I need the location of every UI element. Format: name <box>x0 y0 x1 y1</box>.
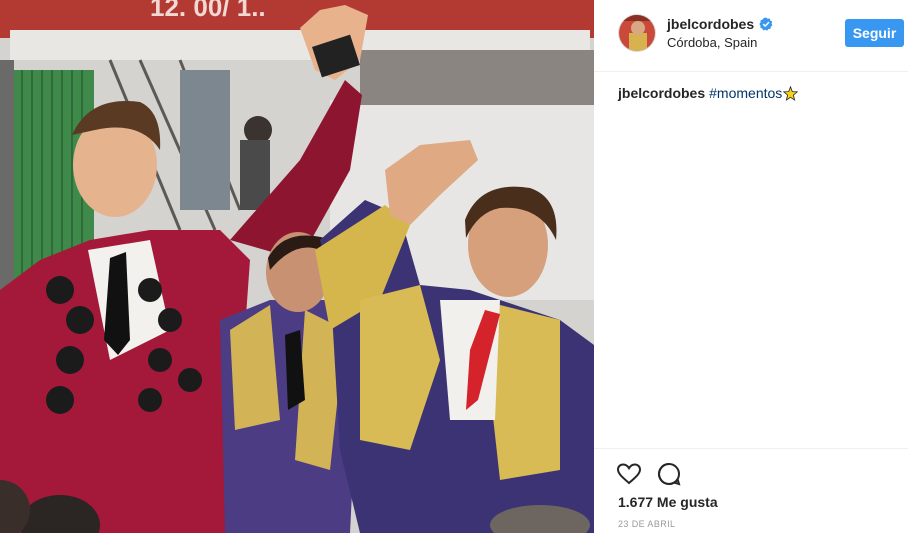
user-block: jbelcordobes Córdoba, Spain <box>667 16 773 50</box>
username-link[interactable]: jbelcordobes <box>667 16 754 32</box>
sparkle-emoji-icon <box>783 85 799 101</box>
post-photo[interactable]: 12. 00/ 1.. <box>0 0 594 533</box>
likes-count[interactable]: 1.677 Me gusta <box>618 494 718 510</box>
username-row: jbelcordobes <box>667 16 773 32</box>
location-link[interactable]: Córdoba, Spain <box>667 35 773 50</box>
banner-text: 12. 00/ 1.. <box>150 0 266 22</box>
follow-button[interactable]: Seguir <box>845 19 904 47</box>
avatar[interactable] <box>618 14 656 52</box>
post-header: jbelcordobes Córdoba, Spain Seguir <box>594 0 908 72</box>
caption-username[interactable]: jbelcordobes <box>618 85 705 101</box>
comment-icon[interactable] <box>656 461 682 487</box>
hashtag-link[interactable]: #momentos <box>709 85 782 101</box>
post-date[interactable]: 23 DE ABRIL <box>618 519 675 529</box>
verified-badge-icon <box>759 17 773 31</box>
post-side-panel: jbelcordobes Córdoba, Spain Seguir jbelc… <box>594 0 908 533</box>
post-actions: 1.677 Me gusta 23 DE ABRIL <box>594 448 908 533</box>
post-caption: jbelcordobes #momentos <box>618 85 799 101</box>
heart-icon[interactable] <box>616 461 642 487</box>
